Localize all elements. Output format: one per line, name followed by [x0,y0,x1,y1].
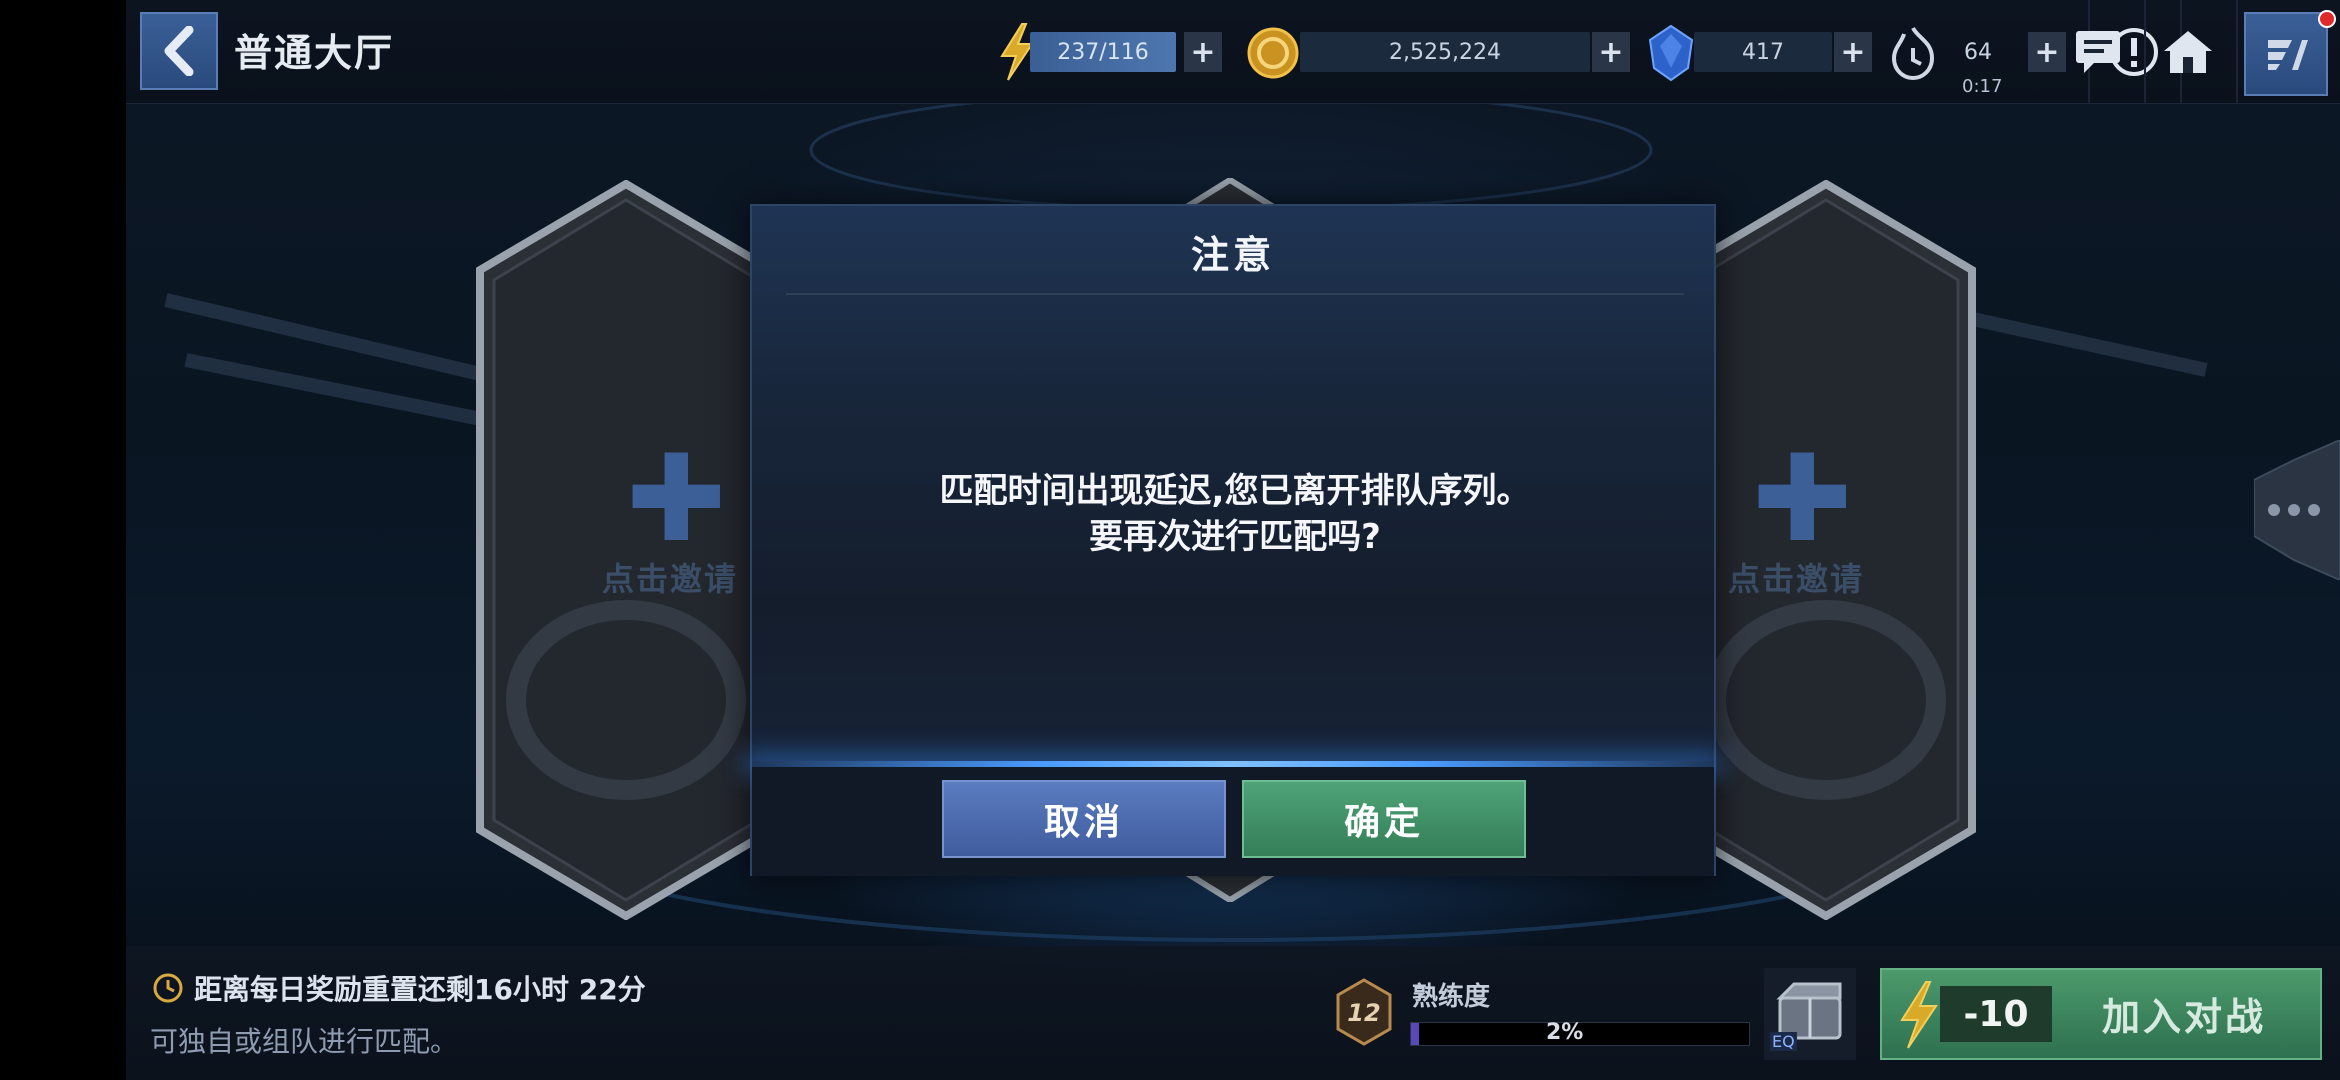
screen: ✚ 点击邀请 ✚ 点击邀请 普通大厅 237/116 + 2,525,224 +… [0,0,2340,1080]
dialog-footer [752,767,1714,876]
modal-overlay: 注意 匹配时间出现延迟,您已离开排队序列。 要再次进行匹配吗? 取消 确定 [0,0,2340,1080]
dialog-title: 注意 [1190,233,1275,277]
dialog-message-line1: 匹配时间出现延迟,您已离开排队序列。 [939,471,1531,511]
match-delay-dialog: 注意 匹配时间出现延迟,您已离开排队序列。 要再次进行匹配吗? 取消 确定 [750,204,1716,876]
dialog-message-line2: 要再次进行匹配吗? [1089,517,1381,557]
cancel-button[interactable]: 取消 [942,780,1226,858]
confirm-button[interactable]: 确定 [1242,780,1526,858]
dialog-divider [786,293,1684,295]
dialog-message: 匹配时间出现延迟,您已离开排队序列。 要再次进行匹配吗? [792,468,1678,560]
